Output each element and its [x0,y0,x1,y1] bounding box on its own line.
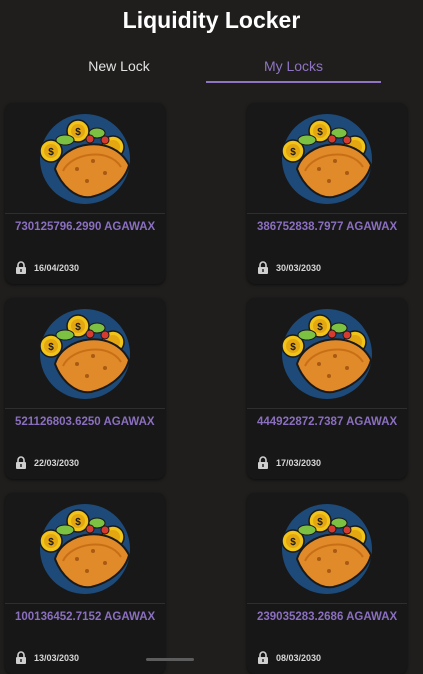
page-title: Liquidity Locker [122,7,301,33]
unlock-date: 17/03/2030 [276,458,322,468]
card-divider [247,408,407,409]
card-divider [5,408,165,409]
padlock-icon [15,261,27,274]
lock-card[interactable]: 521126803.6250 AGAWAX 22/03/2030 [5,298,165,479]
card-image-area [247,103,407,213]
padlock-icon [15,651,27,664]
card-divider [247,213,407,214]
lock-amount: 444922872.7387 AGAWAX [257,416,398,428]
lock-card[interactable]: 100136452.7152 AGAWAX 13/03/2030 [5,493,165,674]
taco-coin-logo-icon [35,308,135,400]
card-divider [247,603,407,604]
card-divider [5,213,165,214]
lock-amount: 100136452.7152 AGAWAX [15,611,156,623]
taco-coin-logo-icon [277,308,377,400]
unlock-date: 16/04/2030 [34,263,80,273]
lock-amount: 730125796.2990 AGAWAX [15,221,156,233]
lock-amount: 386752838.7977 AGAWAX [257,221,398,233]
padlock-icon [257,651,269,664]
card-image-area [5,103,165,213]
taco-coin-logo-icon [35,503,135,595]
lock-card[interactable]: 239035283.2686 AGAWAX 08/03/2030 [247,493,407,674]
unlock-date: 30/03/2030 [276,263,322,273]
taco-coin-logo-icon [277,113,377,205]
taco-coin-logo-icon [277,503,377,595]
padlock-icon [257,261,269,274]
unlock-date: 08/03/2030 [276,653,322,663]
card-divider [5,603,165,604]
lock-amount: 521126803.6250 AGAWAX [15,416,155,428]
tab-my-locks[interactable]: My Locks [206,52,381,83]
taco-coin-logo-icon [35,113,135,205]
padlock-icon [257,456,269,469]
unlock-date: 22/03/2030 [34,458,80,468]
card-image-area [5,298,165,408]
lock-card[interactable]: 730125796.2990 AGAWAX 16/04/2030 [5,103,165,284]
lock-card[interactable]: 444922872.7387 AGAWAX 17/03/2030 [247,298,407,479]
card-image-area [247,493,407,603]
padlock-icon [15,456,27,469]
lock-amount: 239035283.2686 AGAWAX [257,611,398,623]
card-image-area [5,493,165,603]
lock-card[interactable]: 386752838.7977 AGAWAX 30/03/2030 [247,103,407,284]
tab-new-lock[interactable]: New Lock [32,52,206,81]
card-image-area [247,298,407,408]
unlock-date: 13/03/2030 [34,653,80,663]
tab-bar: New Lock My Locks [32,52,381,83]
